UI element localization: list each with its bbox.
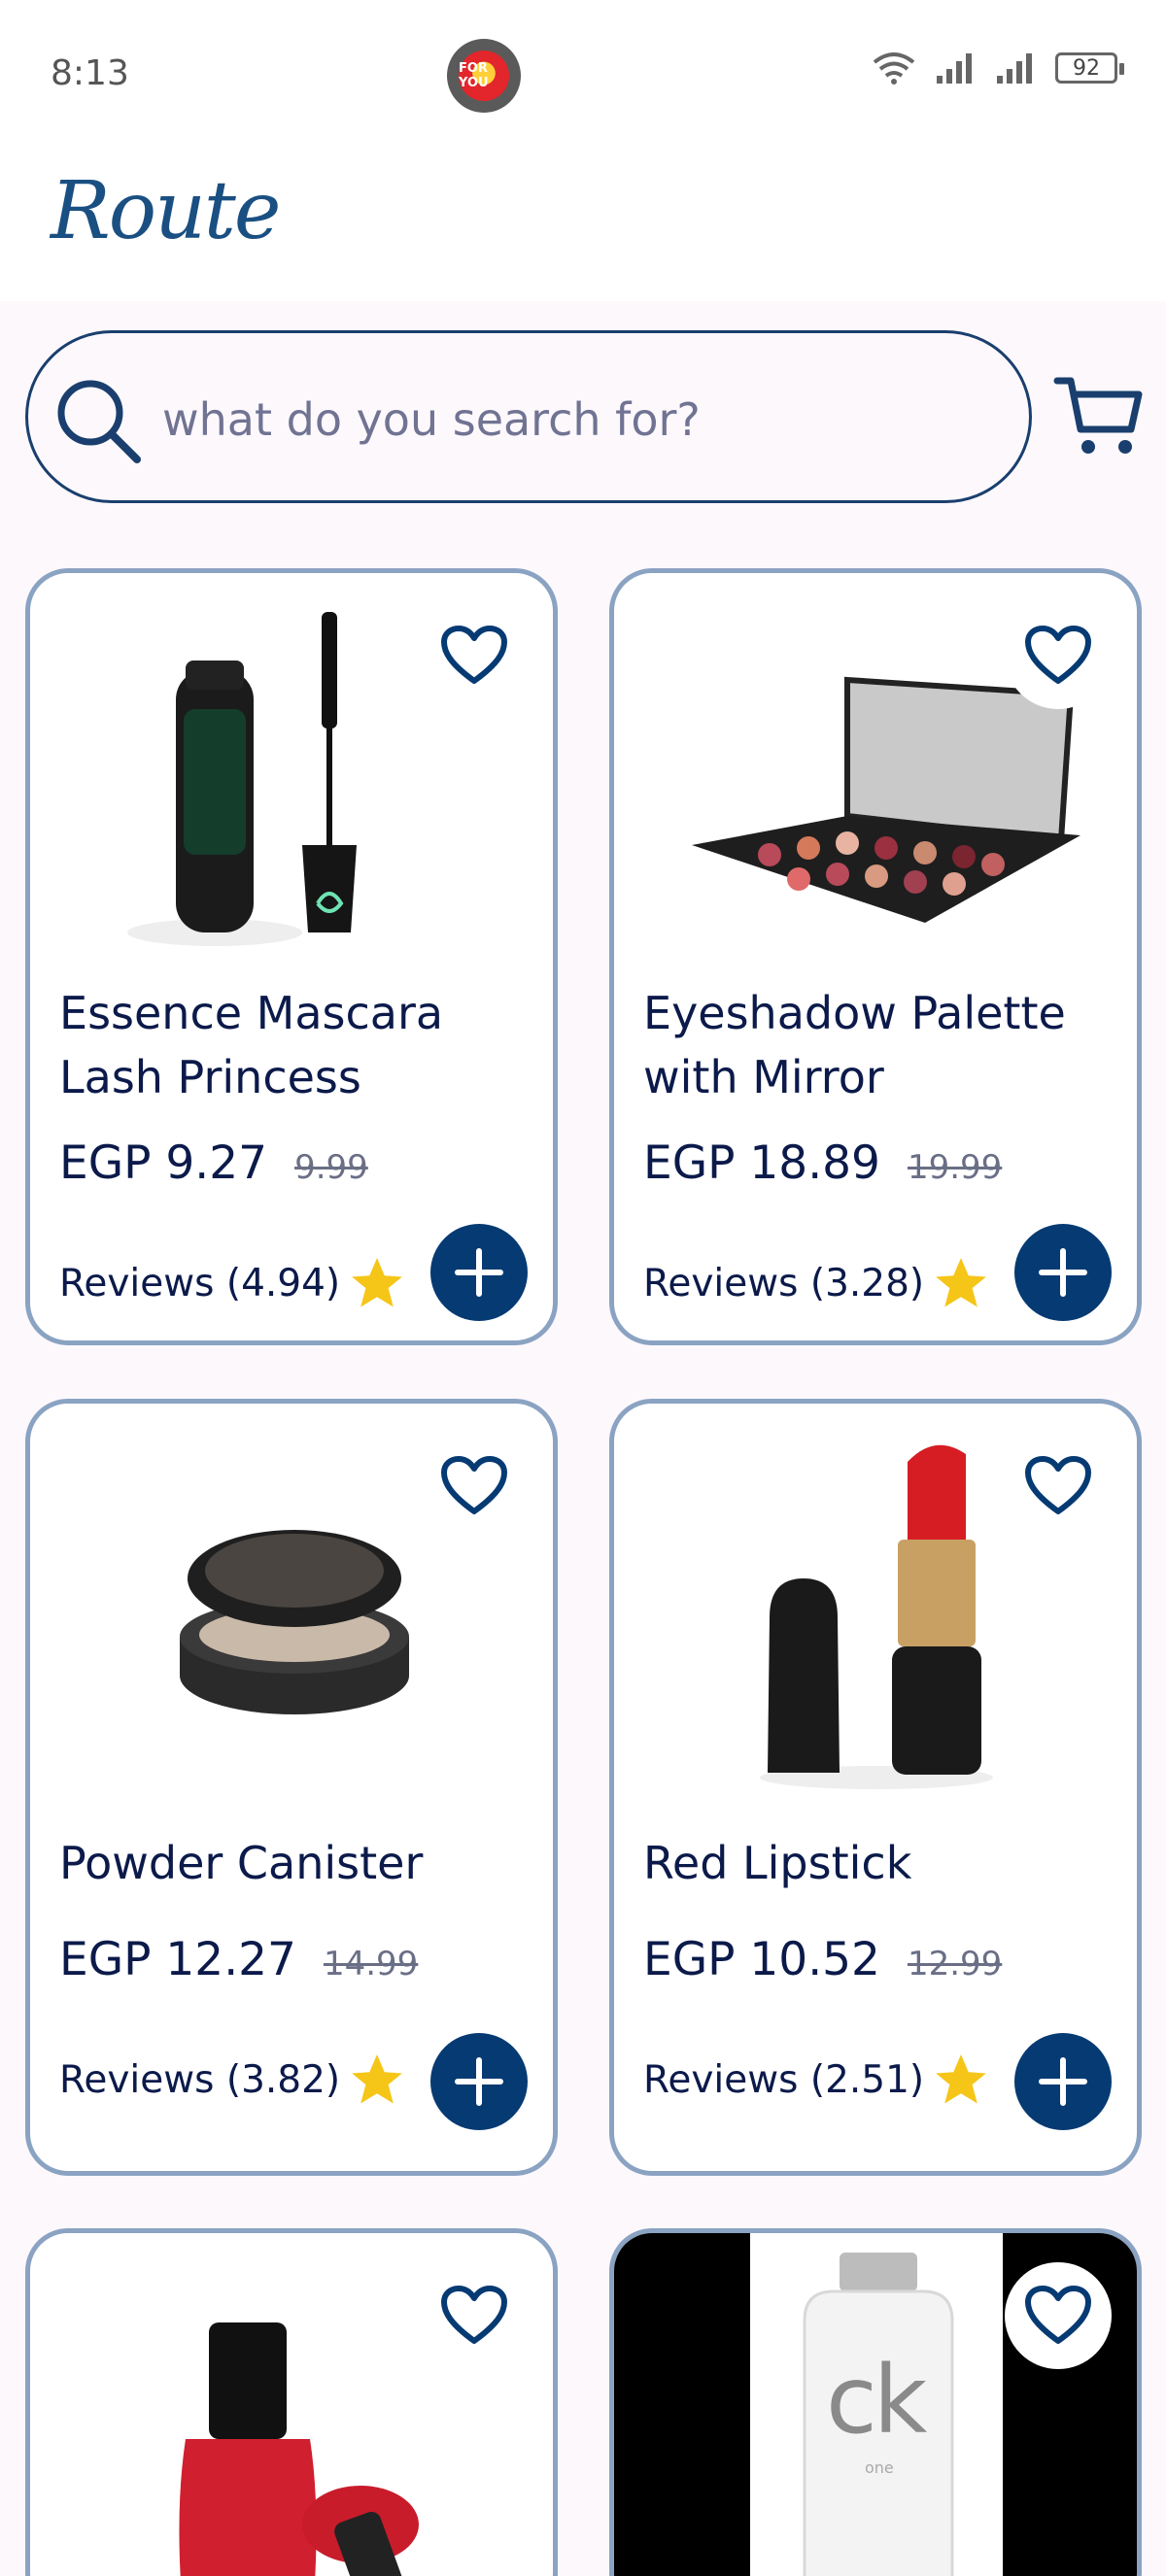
wifi-icon — [873, 52, 915, 85]
favorite-button[interactable] — [421, 602, 528, 709]
favorite-button[interactable] — [1005, 602, 1112, 709]
product-card[interactable] — [25, 2228, 558, 2576]
reviews-label: Reviews (3.28) — [643, 1261, 925, 1305]
heart-icon — [441, 2286, 507, 2344]
current-price: EGP 9.27 — [59, 1136, 268, 1190]
perfume-subtext: one — [865, 2458, 894, 2477]
star-icon — [352, 1258, 402, 1307]
add-to-cart-button[interactable] — [1014, 1224, 1112, 1321]
status-bar: 8:13 FOR YOU 92 — [0, 0, 1166, 146]
search-icon — [57, 380, 141, 463]
product-title: Red Lipstick — [643, 1837, 912, 1889]
add-to-cart-button[interactable] — [430, 2033, 528, 2130]
star-icon — [936, 2054, 986, 2104]
product-card[interactable]: Eyeshadow Palette with Mirror EGP 18.89 1… — [609, 568, 1142, 1345]
cart-icon[interactable] — [1051, 369, 1145, 462]
current-price: EGP 12.27 — [59, 1933, 296, 1986]
battery-level: 92 — [1073, 55, 1100, 81]
favorite-button[interactable] — [421, 2262, 528, 2369]
add-to-cart-button[interactable] — [1014, 2033, 1112, 2130]
search-input[interactable]: what do you search for? — [25, 330, 1032, 503]
product-card[interactable]: Red Lipstick EGP 10.52 12.99 Reviews (2.5… — [609, 1399, 1142, 2176]
app-header: Route — [0, 146, 1166, 301]
old-price: 12.99 — [907, 1945, 1003, 1983]
product-card[interactable]: ck one — [609, 2228, 1142, 2576]
product-price: EGP 10.52 12.99 — [643, 1933, 1002, 1986]
plus-icon — [455, 2057, 503, 2106]
favorite-button[interactable] — [421, 1433, 528, 1540]
heart-icon — [1025, 2286, 1091, 2344]
battery-icon: 92 — [1055, 52, 1124, 84]
reviews-label: Reviews (2.51) — [643, 2057, 925, 2102]
current-price: EGP 18.89 — [643, 1136, 880, 1190]
product-title: Eyeshadow Palette with Mirror — [643, 987, 1066, 1103]
product-title: Powder Canister — [59, 1837, 424, 1889]
star-icon — [352, 2054, 402, 2104]
heart-icon — [1025, 626, 1091, 684]
signal-icon-1 — [937, 53, 972, 84]
product-title: Essence Mascara Lash Princess — [59, 987, 444, 1103]
add-to-cart-button[interactable] — [430, 1224, 528, 1321]
notification-app-icon: FOR YOU — [447, 39, 521, 113]
heart-icon — [441, 1456, 507, 1514]
product-price: EGP 12.27 14.99 — [59, 1933, 418, 1986]
star-icon — [936, 1258, 986, 1307]
reviews-label: Reviews (4.94) — [59, 1261, 341, 1305]
product-price: EGP 9.27 9.99 — [59, 1136, 368, 1190]
product-reviews: Reviews (4.94) — [59, 1253, 408, 1313]
signal-icon-2 — [997, 53, 1032, 84]
status-time: 8:13 — [51, 53, 129, 93]
plus-icon — [1039, 1248, 1087, 1297]
current-price: EGP 10.52 — [643, 1933, 880, 1986]
notification-badge-label: FOR YOU — [459, 51, 509, 101]
route-logo: Route — [51, 165, 281, 257]
reviews-label: Reviews (3.82) — [59, 2057, 341, 2102]
favorite-button[interactable] — [1005, 2262, 1112, 2369]
product-card[interactable]: Essence Mascara Lash Princess EGP 9.27 9.… — [25, 568, 558, 1345]
old-price: 14.99 — [323, 1945, 419, 1983]
heart-icon — [1025, 1456, 1091, 1514]
perfume-brand-text: ck — [826, 2346, 927, 2455]
product-reviews: Reviews (3.28) — [643, 1253, 992, 1313]
product-reviews: Reviews (3.82) — [59, 2050, 408, 2110]
old-price: 19.99 — [907, 1148, 1003, 1187]
product-price: EGP 18.89 19.99 — [643, 1136, 1002, 1190]
product-card[interactable]: Powder Canister EGP 12.27 14.99 Reviews (… — [25, 1399, 558, 2176]
plus-icon — [455, 1248, 503, 1297]
product-reviews: Reviews (2.51) — [643, 2050, 992, 2110]
plus-icon — [1039, 2057, 1087, 2106]
favorite-button[interactable] — [1005, 1433, 1112, 1540]
heart-icon — [441, 626, 507, 684]
search-placeholder: what do you search for? — [162, 393, 701, 446]
status-icons: 92 — [871, 51, 1124, 85]
old-price: 9.99 — [294, 1148, 368, 1187]
